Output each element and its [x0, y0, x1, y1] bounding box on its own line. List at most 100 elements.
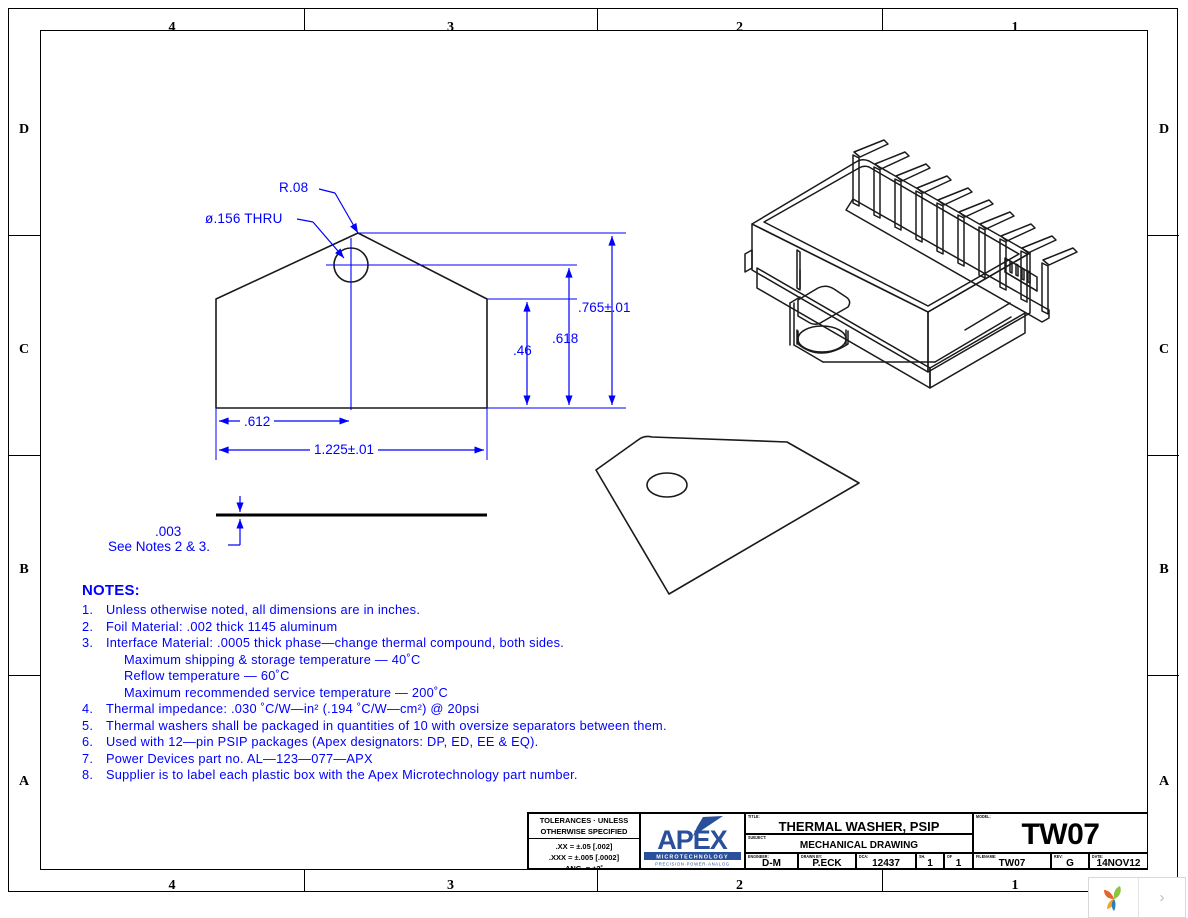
note-text: Used with 12—pin PSIP packages (Apex des…	[106, 734, 539, 749]
dim-label-height-mid: .618	[552, 331, 579, 346]
date-value: 14NOV12	[1096, 858, 1141, 869]
zone-divider-top-1	[304, 8, 305, 30]
apex-logo: APEX MICROTECHNOLOGY PRECISION·POWER·ANA…	[641, 814, 744, 868]
zone-divider-top-3	[882, 8, 883, 30]
filename-cell: FILENAME: TW07	[973, 853, 1051, 869]
zone-left-b: B	[19, 562, 29, 577]
note-text: Unless otherwise noted, all dimensions a…	[106, 602, 421, 617]
sheet-of-value: 1	[955, 858, 962, 869]
drawn-by-value: P.ECK	[812, 858, 842, 869]
dim-label-thickness-note: See Notes 2 & 3.	[108, 539, 211, 554]
subject-value: MECHANICAL DRAWING	[799, 840, 919, 851]
zone-divider-right-1	[1148, 235, 1179, 236]
note-number	[82, 685, 124, 702]
dca-value: 12437	[872, 858, 900, 869]
zone-divider-top-2	[597, 8, 598, 30]
zone-divider-right-3	[1148, 675, 1179, 676]
note-item: 4. Thermal impedance: .030 ˚C/W—in² (.194…	[82, 701, 842, 718]
note-item: 7. Power Devices part no. AL—123—077—APX	[82, 751, 842, 768]
note-number: 5.	[82, 717, 94, 733]
note-number: 4.	[82, 701, 94, 716]
note-item: 6. Used with 12—pin PSIP packages (Apex d…	[82, 734, 842, 751]
dim-label-width-overall: 1.225±.01	[310, 442, 378, 457]
tolerance-row-xxx: .XXX = ±.005 [.0002]	[548, 853, 620, 862]
note-item: 1. Unless otherwise noted, all dimensions…	[82, 602, 842, 619]
tolerance-row-ang: ANG. = ±2˚	[564, 864, 604, 869]
notes-heading: NOTES:	[82, 582, 140, 599]
note-number: 1.	[82, 602, 94, 617]
zone-divider-left-3	[8, 675, 40, 676]
tolerance-row-xx: .XX = ±.05 [.002]	[555, 842, 613, 851]
sheet-number-value: 1	[927, 858, 933, 869]
tolerance-box: TOLERANCES · UNLESS OTHERWISE SPECIFIED …	[528, 813, 640, 869]
zone-right-b: B	[1159, 562, 1169, 577]
apex-logo-cell: APEX MICROTECHNOLOGY PRECISION·POWER·ANA…	[640, 813, 745, 869]
tolerance-header-1: TOLERANCES · UNLESS	[539, 816, 629, 825]
title-cell: TITLE: THERMAL WASHER, PSIP	[745, 813, 973, 834]
note-text: Foil Material: .002 thick 1145 aluminum	[106, 618, 338, 634]
zone-divider-bottom-3	[882, 870, 883, 892]
note-text: Supplier is to label each plastic box wi…	[106, 767, 578, 782]
note-number: 3.	[82, 635, 94, 650]
svg-text:APEX: APEX	[657, 825, 728, 855]
zone-divider-left-1	[8, 235, 40, 236]
zone-right-c: C	[1158, 342, 1170, 357]
zone-left-d: D	[18, 122, 30, 137]
note-number: 8.	[82, 767, 94, 782]
note-item: 5. Thermal washers shall be packaged in q…	[82, 718, 842, 735]
leaf-logo-graphic	[1103, 885, 1121, 911]
note-item: 3. Interface Material: .0005 thick phase—…	[82, 635, 842, 652]
dim-label-hole: ø.156 THRU	[205, 211, 283, 226]
drawn-by-cell: DRAWN BY: P.ECK	[798, 853, 856, 869]
zone-bottom-4: 4	[168, 878, 176, 893]
model-value: TW07	[1021, 818, 1100, 851]
engineer-cell: ENGINEER: D-M	[745, 853, 798, 869]
zone-right-d: D	[1158, 122, 1170, 137]
note-item: 8. Supplier is to label each plastic box …	[82, 767, 842, 784]
dim-label-height-low: .46	[513, 343, 532, 358]
note-text: Maximum recommended service temperature …	[124, 684, 448, 700]
dim-label-width-half: .612	[240, 414, 275, 429]
leaf-logo-icon	[1089, 878, 1139, 917]
tolerance-header-2: OTHERWISE SPECIFIED	[540, 827, 628, 836]
dim-label-height-overall: .765±.01	[578, 300, 631, 315]
zone-left-a: A	[18, 774, 30, 789]
zone-divider-bottom-1	[304, 870, 305, 892]
zone-divider-left-2	[8, 455, 40, 456]
sheet-number-cell: SH. 1	[916, 853, 944, 869]
apex-sub-label: MICROTECHNOLOGY	[656, 855, 729, 861]
subject-cell: SUBJECT: MECHANICAL DRAWING	[745, 834, 973, 853]
note-text: Thermal washers shall be packaged in qua…	[106, 717, 667, 733]
next-chevron-icon[interactable]: ›	[1139, 878, 1185, 917]
notes-block: NOTES: 1. Unless otherwise noted, all dim…	[82, 582, 842, 784]
note-item: Reflow temperature — 60˚C	[82, 668, 842, 685]
note-text: Power Devices part no. AL—123—077—APX	[106, 750, 373, 766]
notes-list: 1. Unless otherwise noted, all dimensions…	[82, 602, 842, 784]
zone-top-3: 3	[447, 20, 454, 35]
zone-top-1: 1	[1011, 20, 1019, 35]
drawing-sheet: 4 3 2 1 4 3 2 1 D C B A D C B A R.08 ø.1…	[0, 0, 1188, 918]
engineer-value: D-M	[762, 858, 781, 869]
dca-cell: DCA: 12437	[856, 853, 916, 869]
zone-bottom-3: 3	[447, 878, 454, 893]
title-value: THERMAL WASHER, PSIP	[778, 819, 940, 834]
note-text: Maximum shipping & storage temperature —…	[124, 651, 421, 667]
note-number: 6.	[82, 734, 94, 749]
model-cell: MODEL: TW07	[973, 813, 1148, 853]
note-item: Maximum shipping & storage temperature —…	[82, 652, 842, 669]
date-cell: DATE: 14NOV12	[1089, 853, 1148, 869]
dim-label-thickness: .003	[155, 524, 182, 539]
rev-value: G	[1066, 858, 1074, 869]
note-number: 7.	[82, 750, 94, 766]
sheet-of-cell: OF 1	[944, 853, 973, 869]
note-item: Maximum recommended service temperature …	[82, 685, 842, 702]
apex-tagline-label: PRECISION·POWER·ANALOG	[655, 862, 730, 867]
dim-label-radius: R.08	[279, 180, 309, 195]
note-number: 2.	[82, 618, 94, 634]
note-number	[82, 652, 124, 669]
zone-left-c: C	[18, 342, 30, 357]
zone-bottom-2: 2	[736, 878, 743, 893]
zone-top-2: 2	[736, 20, 743, 35]
zone-right-a: A	[1158, 774, 1170, 789]
viewer-badge[interactable]: ›	[1088, 877, 1186, 918]
